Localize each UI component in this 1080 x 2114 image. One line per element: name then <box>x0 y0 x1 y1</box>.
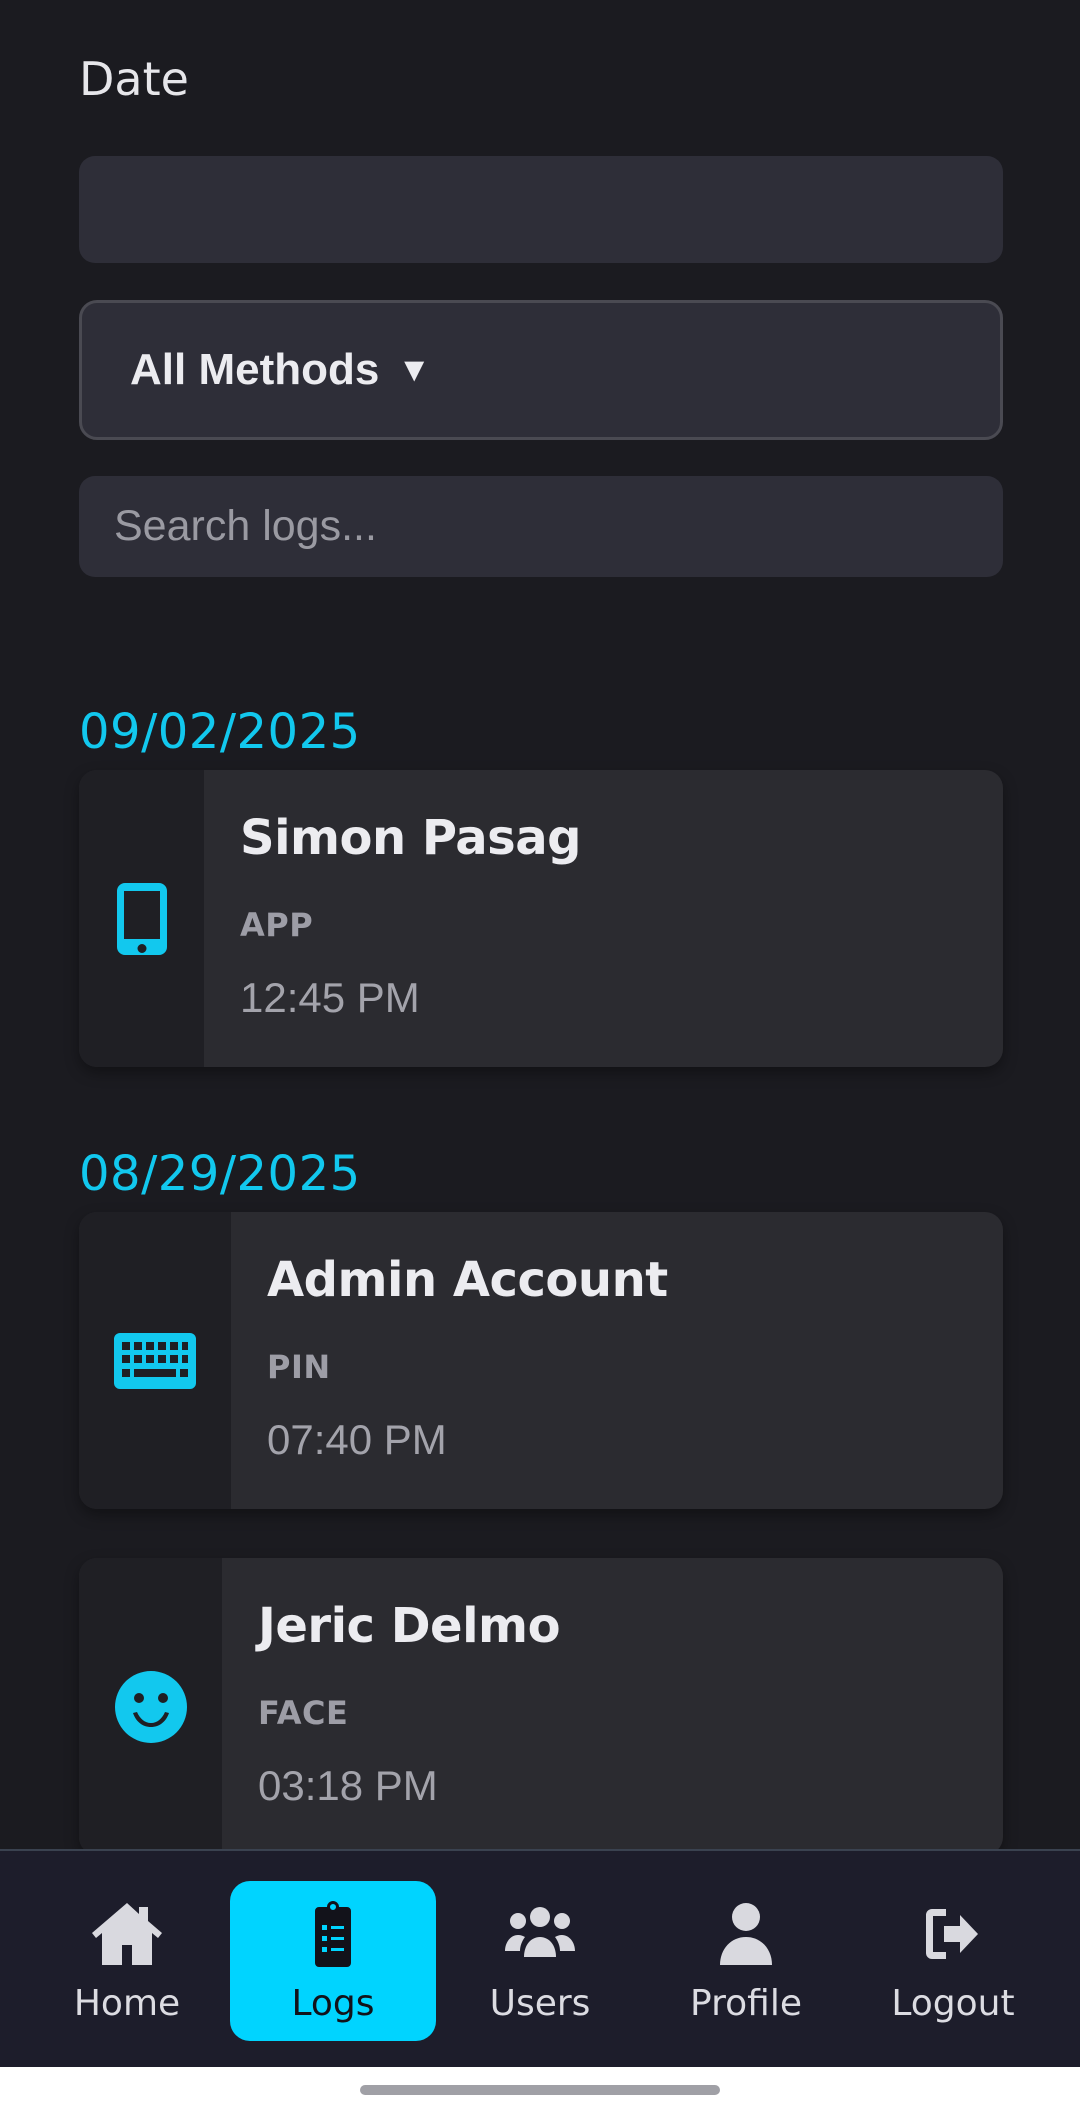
clipboard-list-icon <box>315 1901 351 1967</box>
users-icon <box>505 1907 575 1957</box>
nav-label: Profile <box>690 1983 802 2024</box>
sign-out-icon <box>926 1909 978 1959</box>
mobile-phone-icon <box>116 882 167 955</box>
nav-item-users[interactable]: Users <box>437 1881 643 2041</box>
bottom-navigation-bar: Home Logs Users Profile Logout <box>0 1849 1080 2067</box>
nav-label: Users <box>489 1983 591 2024</box>
home-indicator[interactable] <box>360 2085 720 2095</box>
log-user-name: Simon Pasag <box>240 810 582 866</box>
log-method-label: APP <box>240 906 314 944</box>
log-entry-card[interactable]: Jeric Delmo FACE 03:18 PM <box>79 1558 1003 1855</box>
keyboard-icon <box>114 1332 196 1389</box>
date-filter-label: Date <box>79 52 189 106</box>
log-entry-details: Simon Pasag APP 12:45 PM <box>240 770 1003 1067</box>
nav-label: Home <box>73 1983 181 2024</box>
log-entry-card[interactable]: Simon Pasag APP 12:45 PM <box>79 770 1003 1067</box>
log-method-icon-column <box>79 1212 231 1509</box>
log-method-label: FACE <box>258 1694 349 1732</box>
log-method-icon-column <box>79 1558 222 1855</box>
log-entry-details: Admin Account PIN 07:40 PM <box>267 1212 1003 1509</box>
nav-item-logs[interactable]: Logs <box>230 1881 436 2041</box>
nav-item-logout[interactable]: Logout <box>850 1881 1056 2041</box>
nav-item-profile[interactable]: Profile <box>643 1881 849 2041</box>
log-method-label: PIN <box>267 1348 331 1386</box>
home-icon <box>92 1903 162 1965</box>
log-method-icon-column <box>79 770 204 1067</box>
smiley-face-icon <box>114 1670 187 1743</box>
nav-label: Logout <box>891 1983 1015 2024</box>
method-filter-dropdown[interactable]: All Methods ▼ <box>79 300 1003 440</box>
log-group-date: 09/02/2025 <box>79 704 361 760</box>
log-time: 03:18 PM <box>258 1762 438 1809</box>
dropdown-caret-icon: ▼ <box>397 350 431 389</box>
user-icon <box>720 1903 772 1965</box>
log-entry-details: Jeric Delmo FACE 03:18 PM <box>258 1558 1003 1855</box>
logs-screen: Date All Methods ▼ 09/02/2025 Simon Pasa… <box>0 0 1080 2114</box>
log-time: 12:45 PM <box>240 974 420 1021</box>
nav-item-home[interactable]: Home <box>24 1881 230 2041</box>
nav-label: Logs <box>291 1983 375 2024</box>
search-logs-input[interactable] <box>79 476 1003 577</box>
method-filter-value: All Methods <box>130 345 380 394</box>
log-user-name: Admin Account <box>267 1252 668 1308</box>
log-time: 07:40 PM <box>267 1416 447 1463</box>
date-filter-input[interactable] <box>79 156 1003 263</box>
log-user-name: Jeric Delmo <box>258 1598 561 1654</box>
log-group-date: 08/29/2025 <box>79 1146 361 1202</box>
log-entry-card[interactable]: Admin Account PIN 07:40 PM <box>79 1212 1003 1509</box>
